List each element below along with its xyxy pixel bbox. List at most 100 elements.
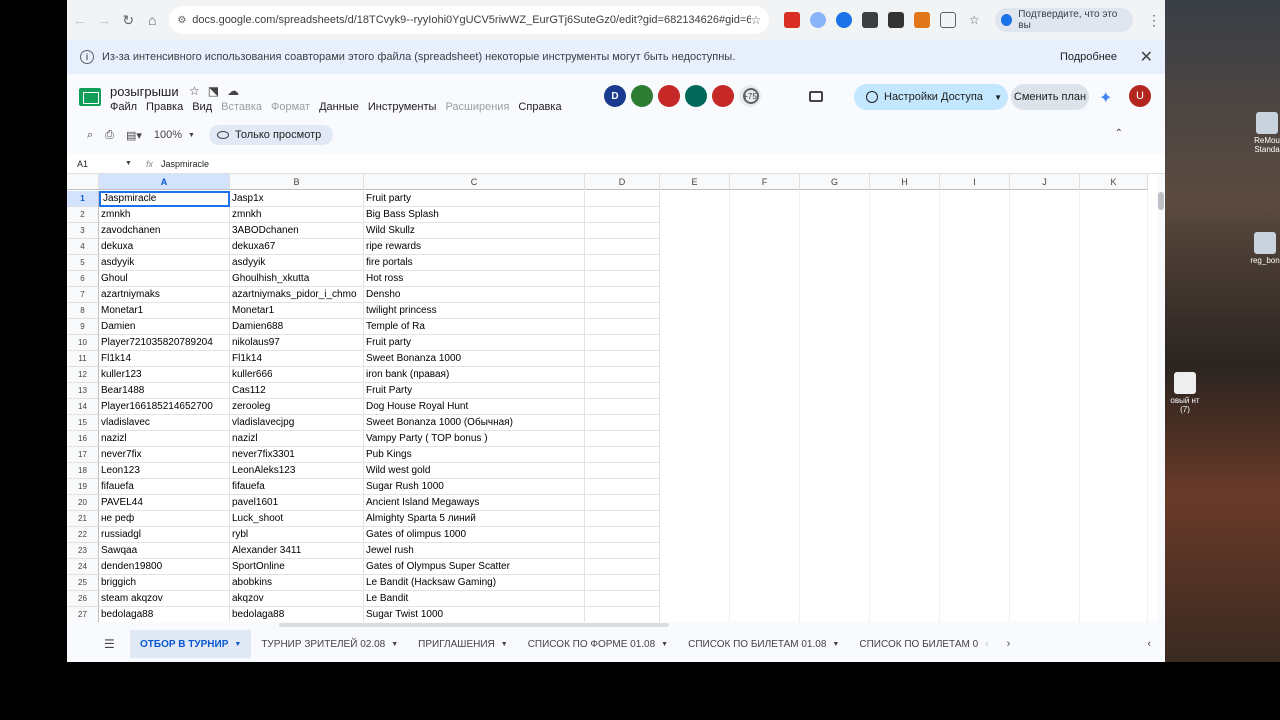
sheet-tab[interactable]: ОТБОР В ТУРНИР ▼ bbox=[130, 630, 252, 658]
cell-k20[interactable] bbox=[1080, 495, 1148, 511]
cell-i15[interactable] bbox=[940, 415, 1010, 431]
row-header[interactable]: 26 bbox=[67, 591, 99, 607]
cell-i26[interactable] bbox=[940, 591, 1010, 607]
cell-g5[interactable] bbox=[800, 255, 870, 271]
cell-c6[interactable]: Hot ross bbox=[364, 271, 585, 287]
cell-c8[interactable]: twilight princess bbox=[364, 303, 585, 319]
cell-e8[interactable] bbox=[660, 303, 730, 319]
cell-f27[interactable] bbox=[730, 607, 800, 622]
row-header[interactable]: 14 bbox=[67, 399, 99, 415]
cell-a2[interactable]: zmnkh bbox=[99, 207, 230, 223]
cell-j15[interactable] bbox=[1010, 415, 1080, 431]
extension-icon[interactable] bbox=[836, 12, 853, 28]
cell-h6[interactable] bbox=[870, 271, 940, 287]
cell-g14[interactable] bbox=[800, 399, 870, 415]
scroll-thumb[interactable] bbox=[1158, 192, 1164, 210]
home-button[interactable]: ⌂ bbox=[141, 8, 163, 32]
cell-j21[interactable] bbox=[1010, 511, 1080, 527]
cell-k16[interactable] bbox=[1080, 431, 1148, 447]
cell-g26[interactable] bbox=[800, 591, 870, 607]
cell-h5[interactable] bbox=[870, 255, 940, 271]
column-header-g[interactable]: G bbox=[800, 174, 870, 190]
cell-g6[interactable] bbox=[800, 271, 870, 287]
cell-h23[interactable] bbox=[870, 543, 940, 559]
cell-k21[interactable] bbox=[1080, 511, 1148, 527]
cell-b14[interactable]: zerooleg bbox=[230, 399, 364, 415]
cell-d12[interactable] bbox=[585, 367, 660, 383]
cell-a13[interactable]: Bear1488 bbox=[99, 383, 230, 399]
cell-d13[interactable] bbox=[585, 383, 660, 399]
row-header[interactable]: 4 bbox=[67, 239, 99, 255]
row-header[interactable]: 23 bbox=[67, 543, 99, 559]
cell-d2[interactable] bbox=[585, 207, 660, 223]
column-header-i[interactable]: I bbox=[940, 174, 1010, 190]
cell-b3[interactable]: 3ABODchanen bbox=[230, 223, 364, 239]
cell-b2[interactable]: zmnkh bbox=[230, 207, 364, 223]
chevron-down-icon[interactable]: ▼ bbox=[832, 641, 839, 648]
cell-h11[interactable] bbox=[870, 351, 940, 367]
menu-insert[interactable]: Вставка bbox=[221, 101, 262, 113]
learn-more-link[interactable]: Подробнее bbox=[1060, 51, 1117, 63]
cell-j9[interactable] bbox=[1010, 319, 1080, 335]
all-sheets-menu-icon[interactable]: ☰ bbox=[104, 637, 118, 651]
cell-a7[interactable]: azartniymaks bbox=[99, 287, 230, 303]
cell-d5[interactable] bbox=[585, 255, 660, 271]
cell-d23[interactable] bbox=[585, 543, 660, 559]
cell-f3[interactable] bbox=[730, 223, 800, 239]
move-icon[interactable]: ⬔ bbox=[208, 84, 219, 98]
cell-a12[interactable]: kuller123 bbox=[99, 367, 230, 383]
cell-i6[interactable] bbox=[940, 271, 1010, 287]
row-header[interactable]: 19 bbox=[67, 479, 99, 495]
cell-d11[interactable] bbox=[585, 351, 660, 367]
cell-e26[interactable] bbox=[660, 591, 730, 607]
column-header-k[interactable]: K bbox=[1080, 174, 1148, 190]
menu-data[interactable]: Данные bbox=[319, 101, 359, 113]
cell-h22[interactable] bbox=[870, 527, 940, 543]
cell-b17[interactable]: never7fix3301 bbox=[230, 447, 364, 463]
cell-f18[interactable] bbox=[730, 463, 800, 479]
cell-d16[interactable] bbox=[585, 431, 660, 447]
cell-a19[interactable]: fifauefa bbox=[99, 479, 230, 495]
cell-b21[interactable]: Luck_shoot bbox=[230, 511, 364, 527]
row-header[interactable]: 3 bbox=[67, 223, 99, 239]
cell-e24[interactable] bbox=[660, 559, 730, 575]
history-icon[interactable] bbox=[743, 88, 759, 104]
cell-d1[interactable] bbox=[585, 191, 660, 207]
site-settings-icon[interactable]: ⚙ bbox=[177, 15, 186, 26]
cell-g8[interactable] bbox=[800, 303, 870, 319]
cell-j7[interactable] bbox=[1010, 287, 1080, 303]
cell-k22[interactable] bbox=[1080, 527, 1148, 543]
row-header[interactable]: 9 bbox=[67, 319, 99, 335]
print-icon[interactable]: ⎙ bbox=[105, 129, 114, 142]
metamask-icon[interactable] bbox=[914, 12, 931, 28]
cell-g24[interactable] bbox=[800, 559, 870, 575]
column-header-h[interactable]: H bbox=[870, 174, 940, 190]
cell-c12[interactable]: iron bank (правая) bbox=[364, 367, 585, 383]
cell-k8[interactable] bbox=[1080, 303, 1148, 319]
forward-button[interactable]: → bbox=[93, 8, 115, 32]
vertical-scrollbar[interactable] bbox=[1157, 174, 1165, 622]
cell-g22[interactable] bbox=[800, 527, 870, 543]
row-header[interactable]: 12 bbox=[67, 367, 99, 383]
cell-c22[interactable]: Gates of olimpus 1000 bbox=[364, 527, 585, 543]
cell-b19[interactable]: fifauefa bbox=[230, 479, 364, 495]
cell-j13[interactable] bbox=[1010, 383, 1080, 399]
cell-b4[interactable]: dekuxa67 bbox=[230, 239, 364, 255]
cell-c10[interactable]: Fruit party bbox=[364, 335, 585, 351]
cell-j14[interactable] bbox=[1010, 399, 1080, 415]
cell-h13[interactable] bbox=[870, 383, 940, 399]
cell-a9[interactable]: Damien bbox=[99, 319, 230, 335]
cell-e10[interactable] bbox=[660, 335, 730, 351]
cell-i7[interactable] bbox=[940, 287, 1010, 303]
row-header[interactable]: 5 bbox=[67, 255, 99, 271]
menu-view[interactable]: Вид bbox=[192, 101, 212, 113]
cell-b23[interactable]: Alexander 3411 bbox=[230, 543, 364, 559]
cell-d25[interactable] bbox=[585, 575, 660, 591]
cell-g4[interactable] bbox=[800, 239, 870, 255]
cell-b10[interactable]: nikolaus97 bbox=[230, 335, 364, 351]
cell-f17[interactable] bbox=[730, 447, 800, 463]
cell-i25[interactable] bbox=[940, 575, 1010, 591]
cell-c20[interactable]: Ancient Island Megaways bbox=[364, 495, 585, 511]
cell-c9[interactable]: Temple of Ra bbox=[364, 319, 585, 335]
menu-file[interactable]: Файл bbox=[110, 101, 137, 113]
